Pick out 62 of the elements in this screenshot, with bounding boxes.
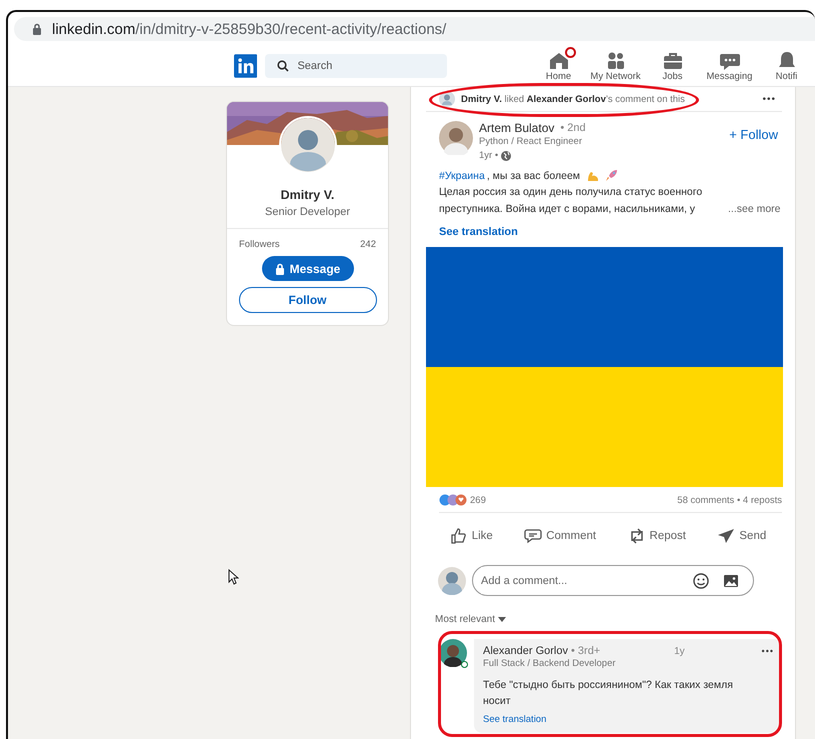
search-icon	[277, 60, 290, 72]
avatar-icon	[438, 566, 466, 594]
comment-time: 1y	[674, 646, 685, 656]
paper-plane-icon	[717, 527, 736, 545]
search-field[interactable]: Search	[265, 54, 447, 78]
image-icon	[723, 574, 739, 588]
cursor-icon	[228, 569, 239, 585]
message-button[interactable]: Message	[262, 256, 354, 281]
avatar-icon	[439, 639, 467, 667]
reaction-count[interactable]: 269	[470, 494, 486, 506]
briefcase-icon	[662, 50, 684, 72]
author-headline: Python / React Engineer	[479, 135, 583, 149]
action-button[interactable]: Repost	[626, 523, 688, 549]
avatar-icon	[278, 116, 336, 174]
see-translation-link[interactable]: See translation	[439, 226, 518, 238]
connection-degree: • 2nd	[560, 122, 586, 134]
avatar-icon	[439, 121, 473, 155]
smiley-icon	[693, 572, 709, 588]
address-bar[interactable]: linkedin.com/in/dmitry-v-25859b30/recent-activity/reactions/	[14, 17, 815, 41]
globe-icon	[501, 151, 512, 161]
commenter-headline: Full Stack / Backend Developer	[483, 657, 617, 671]
activity-text: Dmitry V. liked Alexander Gorlov’s comment on this	[461, 94, 685, 104]
house-icon	[548, 50, 570, 72]
action-button[interactable]: Send	[715, 523, 768, 549]
see-translation-link[interactable]: See translation	[483, 714, 546, 725]
search-input[interactable]: Search	[297, 55, 447, 77]
speech-bubble-icon	[524, 527, 542, 545]
nav-item[interactable]: Jobs	[644, 50, 701, 82]
thumbs-up-icon	[450, 527, 468, 545]
author-name[interactable]: Artem Bulatov	[479, 121, 554, 135]
reactions-icon	[439, 494, 467, 506]
see-more-link[interactable]: ...see more	[728, 201, 781, 218]
post-text: , мы за вас болеем	[486, 170, 580, 182]
flexed-arm-icon	[586, 169, 600, 182]
nav-item[interactable]: Messaging	[701, 50, 758, 82]
caret-icon	[498, 617, 506, 622]
follow-button[interactable]: + Follow	[729, 127, 782, 142]
more-options-button[interactable]: •••	[758, 646, 774, 656]
action-button[interactable]: Comment	[522, 523, 598, 549]
profile-name: Dmitry V.	[280, 188, 334, 202]
followers-label: Followers	[239, 239, 280, 250]
rocket-icon	[605, 169, 618, 182]
profile-headline: Senior Developer	[227, 206, 388, 229]
hashtag-link[interactable]: #Украина	[439, 170, 485, 182]
follow-button[interactable]: Follow	[238, 287, 376, 313]
more-options-button[interactable]: •••	[756, 94, 782, 104]
comment-text: Тебе "стыдно быть россиянином"? Как таких земля носит	[483, 678, 734, 709]
connection-degree: • 3rd+	[571, 645, 600, 657]
nav-item[interactable]: Home	[530, 50, 587, 82]
action-button[interactable]: Like	[448, 523, 495, 549]
linkedin-logo-icon	[234, 53, 258, 79]
comment-field[interactable]: Add a comment...	[472, 565, 754, 596]
sort-dropdown[interactable]: Most relevant	[435, 614, 506, 625]
comments-reposts-count[interactable]: 58 comments • 4 reposts	[677, 494, 782, 506]
lock-icon	[32, 23, 42, 35]
followers-count: 242	[360, 239, 376, 250]
avatar-icon	[439, 91, 455, 107]
post-time: 1yr •	[479, 149, 498, 163]
nav-item[interactable]: Notifi	[758, 50, 815, 82]
post-text: Целая россия за один день получила статус военного преступника. Война идет с ворами, насильниками, у	[439, 185, 704, 217]
commenter-name[interactable]: Alexander Gorlov	[483, 645, 568, 657]
nav-item[interactable]: My Network	[587, 50, 644, 82]
